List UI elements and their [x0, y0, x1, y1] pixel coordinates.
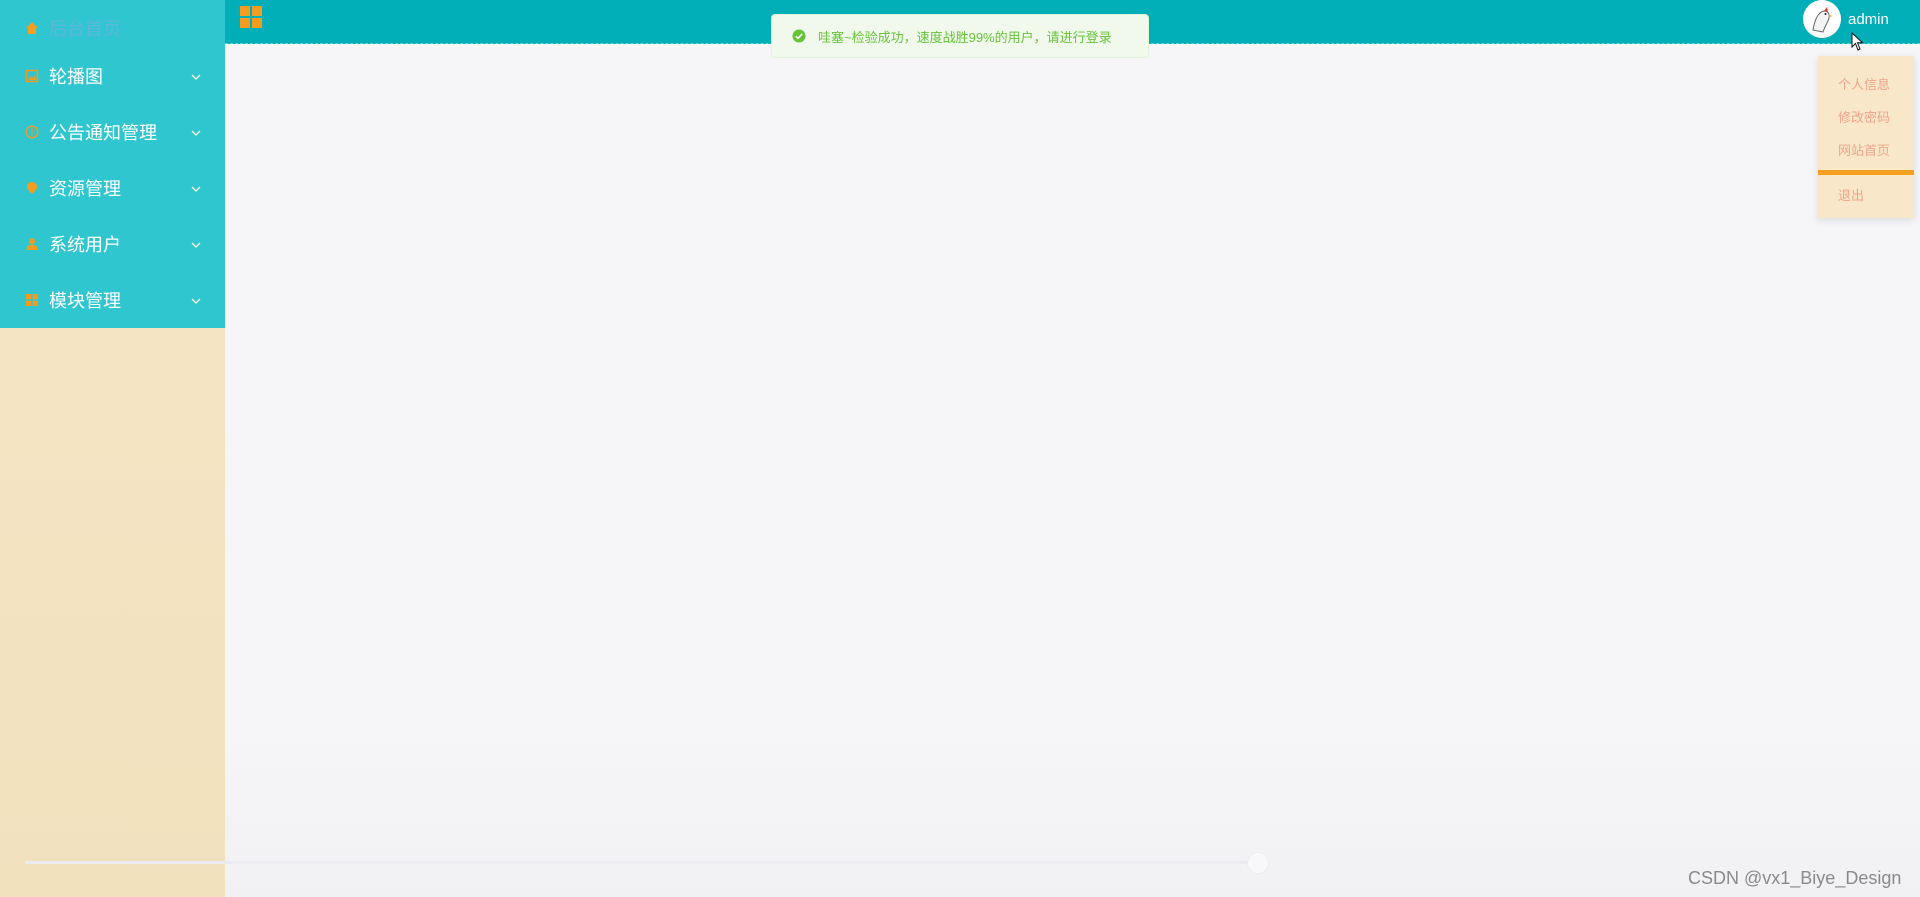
username-label[interactable]: admin — [1848, 11, 1889, 28]
image-icon — [25, 69, 39, 83]
check-circle-icon — [792, 29, 806, 43]
menu-item-site-home[interactable]: 网站首页 — [1838, 140, 1890, 159]
sidebar-item-label: 资源管理 — [49, 179, 121, 199]
sidebar-item-label: 系统用户 — [49, 235, 121, 255]
slider-track[interactable] — [25, 861, 1257, 864]
sidebar-item-notice[interactable]: 公告通知管理 — [0, 104, 225, 160]
sidebar-item-resources[interactable]: 资源管理 — [0, 160, 225, 216]
sidebar-item-label: 后台首页 — [49, 19, 121, 39]
chevron-down-icon — [190, 126, 202, 138]
sidebar-item-carousel[interactable]: 轮播图 — [0, 48, 225, 104]
menu-item-change-password[interactable]: 修改密码 — [1838, 107, 1890, 126]
watermark: CSDN @vx1_Biye_Design — [1688, 868, 1902, 888]
success-toast: 哇塞~检验成功，速度战胜99%的用户，请进行登录 — [771, 14, 1149, 58]
grid-icon — [25, 293, 39, 307]
sidebar: 后台首页 轮播图 公告通知管理 资源管理 系统用户 模块管理 — [0, 0, 225, 897]
slider-thumb[interactable] — [1247, 852, 1269, 874]
mouse-cursor-icon — [1851, 31, 1865, 52]
chevron-down-icon — [190, 294, 202, 306]
chevron-down-icon — [190, 238, 202, 250]
home-icon — [25, 21, 39, 35]
menu-item-profile[interactable]: 个人信息 — [1838, 74, 1890, 93]
chevron-down-icon — [190, 182, 202, 194]
info-circle-icon — [25, 125, 39, 139]
sidebar-item-label: 公告通知管理 — [49, 123, 157, 143]
menu-item-logout[interactable]: 退出 — [1838, 185, 1864, 204]
avatar[interactable] — [1803, 0, 1841, 38]
main-content — [225, 44, 1920, 897]
menu-divider — [1818, 170, 1914, 175]
sidebar-item-modules[interactable]: 模块管理 — [0, 272, 225, 328]
user-dropdown-menu: 个人信息 修改密码 网站首页 退出 — [1818, 56, 1914, 218]
sidebar-item-users[interactable]: 系统用户 — [0, 216, 225, 272]
chevron-down-icon — [190, 70, 202, 82]
sidebar-item-label: 模块管理 — [49, 291, 121, 311]
location-pin-icon — [25, 181, 39, 195]
user-icon — [25, 237, 39, 251]
menu-toggle-icon[interactable] — [240, 6, 262, 28]
sidebar-menu: 后台首页 轮播图 公告通知管理 资源管理 系统用户 模块管理 — [0, 0, 225, 328]
sidebar-item-label: 轮播图 — [49, 67, 103, 87]
toast-message: 哇塞~检验成功，速度战胜99%的用户，请进行登录 — [818, 29, 1112, 45]
